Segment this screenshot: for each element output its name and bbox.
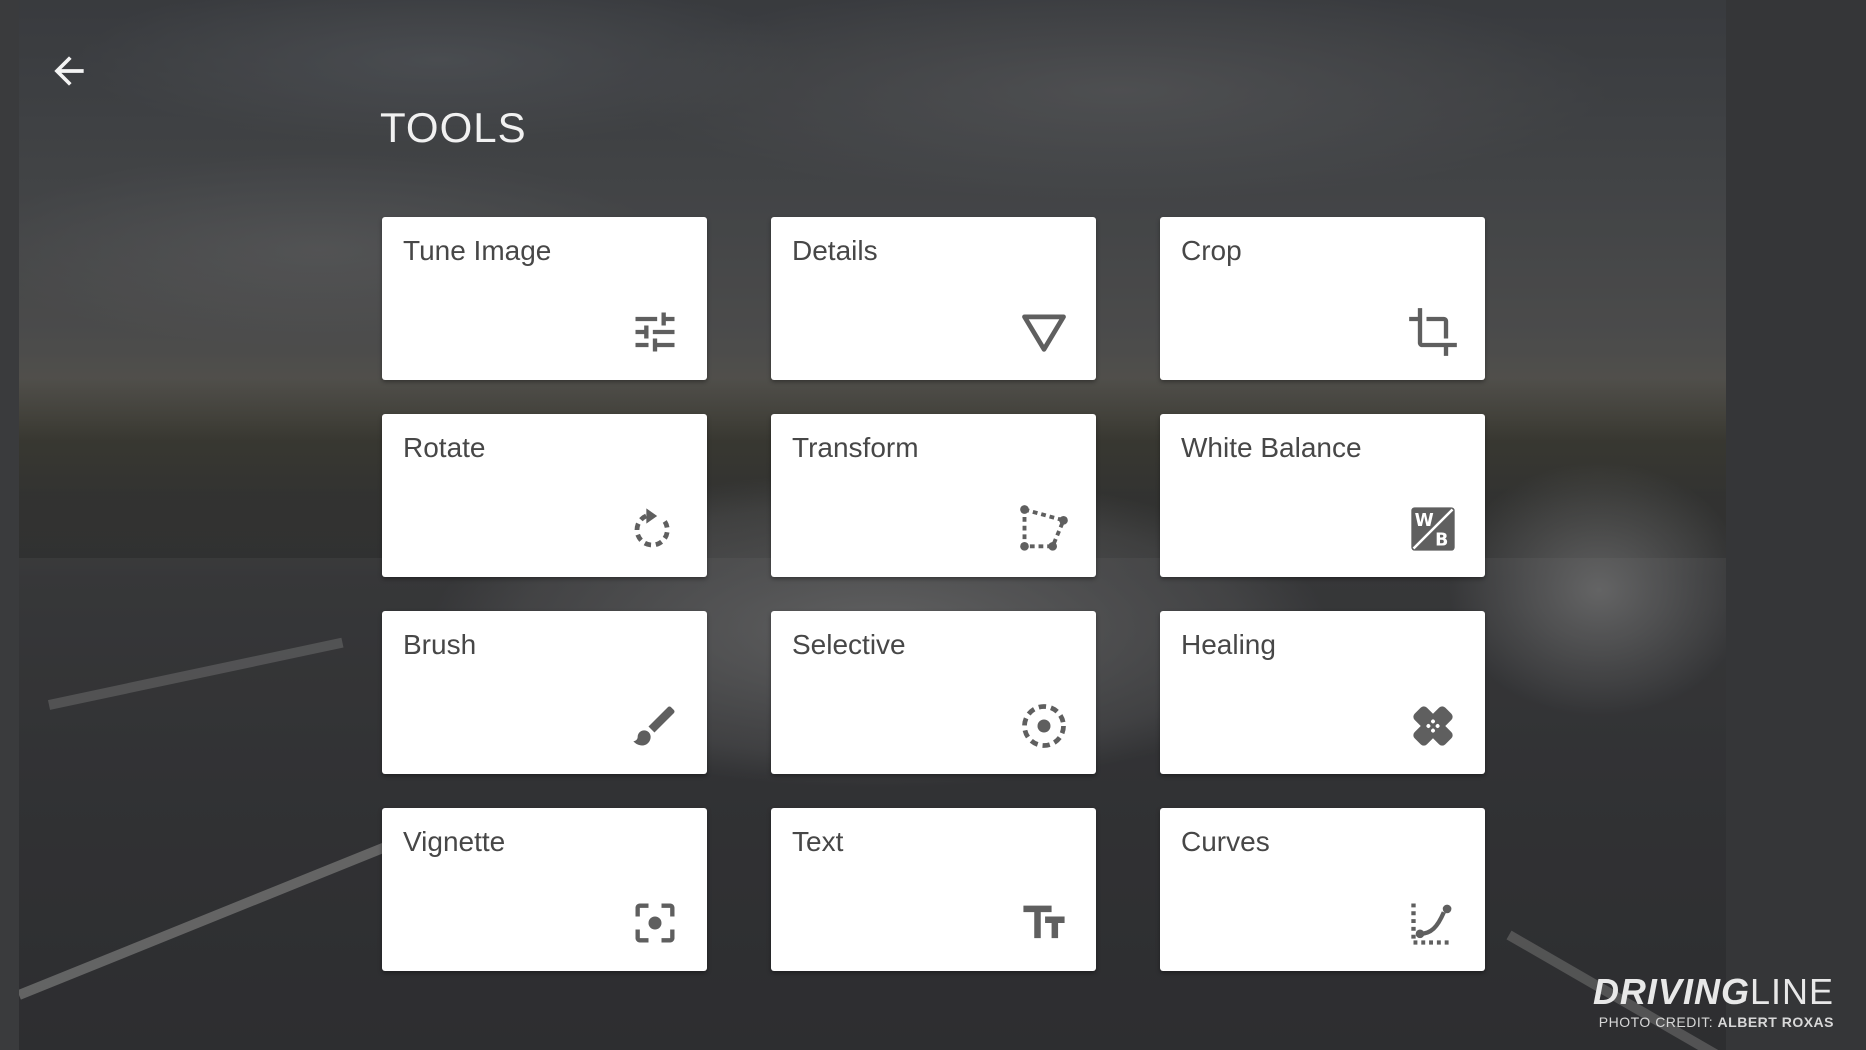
tool-card-vignette[interactable]: Vignette [382,808,707,971]
bandage-icon [1407,700,1459,752]
tool-card-healing[interactable]: Healing [1160,611,1485,774]
tool-label: Tune Image [403,235,552,266]
sliders-icon [629,306,681,358]
photo-watermark: DRIVINGLINE PHOTO CREDIT: ALBERT ROXAS [1593,974,1834,1031]
tool-label: Text [792,826,844,857]
perspective-icon [1018,503,1070,555]
tool-label: Rotate [403,432,486,463]
tool-label: Transform [792,432,919,463]
tool-card-tune-image[interactable]: Tune Image [382,217,707,380]
watermark-credit: PHOTO CREDIT: ALBERT ROXAS [1593,1014,1834,1030]
tool-label: Details [792,235,878,266]
watermark-credit-name: ALBERT ROXAS [1717,1014,1834,1030]
tool-card-details[interactable]: Details [771,217,1096,380]
vignette-focus-icon [629,897,681,949]
brush-icon [629,700,681,752]
selective-target-icon [1018,700,1070,752]
tool-label: Crop [1181,235,1242,266]
watermark-brand-light: LINE [1749,971,1834,1012]
app-screen: TOOLS Tune Image Details Crop Rotate Tra… [0,0,1866,1050]
watermark-brand-bold: DRIVING [1592,971,1750,1012]
tool-label: Brush [403,629,477,660]
svg-text:W: W [1415,511,1434,531]
tool-label: Curves [1181,826,1270,857]
watermark-brand: DRIVINGLINE [1593,974,1834,1010]
crop-icon [1407,306,1459,358]
tool-card-curves[interactable]: Curves [1160,808,1485,971]
tool-card-white-balance[interactable]: White Balance W B [1160,414,1485,577]
tool-card-rotate[interactable]: Rotate [382,414,707,577]
page-title: TOOLS [380,104,527,151]
tool-label: Selective [792,629,906,660]
tool-label: Healing [1181,629,1276,660]
arrow-back-icon [54,56,84,86]
tool-card-brush[interactable]: Brush [382,611,707,774]
white-balance-icon: W B [1407,503,1459,555]
back-button[interactable] [44,46,94,96]
curves-icon [1407,897,1459,949]
tool-card-selective[interactable]: Selective [771,611,1096,774]
rotate-icon [629,503,681,555]
tool-card-text[interactable]: Text [771,808,1096,971]
tool-label: Vignette [403,826,506,857]
tool-card-crop[interactable]: Crop [1160,217,1485,380]
svg-text:B: B [1435,530,1448,550]
text-size-icon [1018,897,1070,949]
tool-label: White Balance [1181,432,1362,463]
watermark-credit-prefix: PHOTO CREDIT: [1598,1014,1714,1030]
triangle-down-icon [1018,306,1070,358]
side-gutter [1726,0,1866,1050]
tool-card-transform[interactable]: Transform [771,414,1096,577]
